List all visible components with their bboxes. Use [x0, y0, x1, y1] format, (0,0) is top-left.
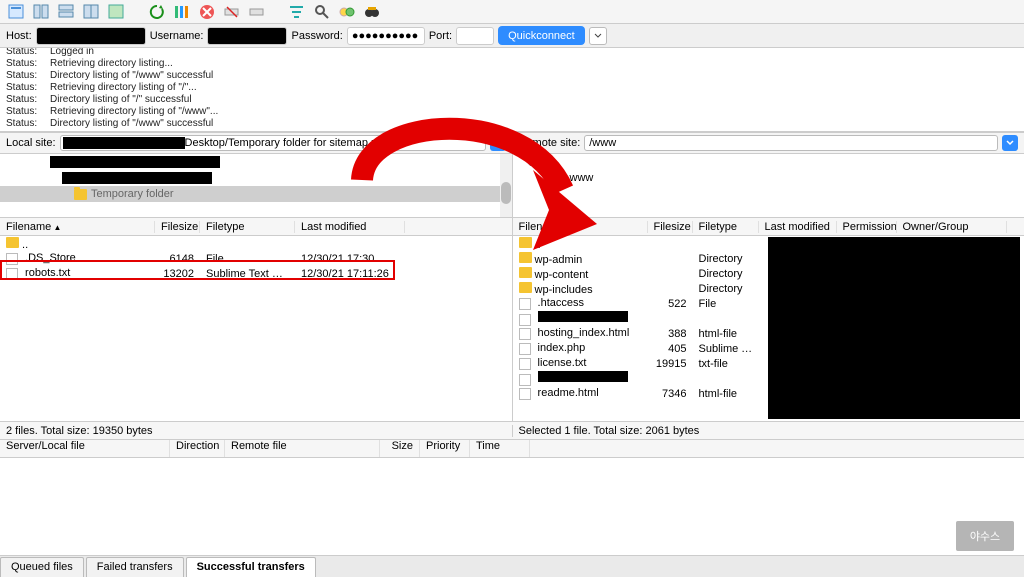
remote-status: Selected 1 file. Total size: 2061 bytes [512, 425, 1024, 437]
port-input[interactable] [456, 27, 494, 45]
quickconnect-dropdown[interactable] [589, 27, 607, 45]
disconnect-icon[interactable] [223, 3, 241, 21]
search-icon[interactable] [313, 3, 331, 21]
remote-site-path[interactable] [584, 135, 998, 151]
queue-body [0, 458, 1024, 542]
filter-icon[interactable] [288, 3, 306, 21]
queue-process-icon[interactable] [173, 3, 191, 21]
qcol-direction[interactable]: Direction [170, 440, 225, 457]
tree-panes: Temporary folder www [0, 154, 1024, 218]
tree-item-selected[interactable]: Temporary folder [0, 186, 512, 202]
password-label: Password: [291, 30, 342, 42]
watermark: 야수스 [956, 521, 1014, 551]
col-owner[interactable]: Owner/Group [897, 221, 1007, 233]
col-filetype[interactable]: Filetype [200, 221, 295, 233]
toolbar [0, 0, 1024, 24]
port-label: Port: [429, 30, 452, 42]
status-log: Status:Insecure server, it does not supp… [0, 48, 1024, 132]
col-filename[interactable]: Filename [0, 221, 155, 233]
local-tree[interactable]: Temporary folder [0, 154, 512, 217]
remote-tree-item[interactable]: www [513, 170, 1024, 186]
local-site-path[interactable]: Desktop/Temporary folder for sitemap upl… [60, 135, 486, 151]
qcol-remotefile[interactable]: Remote file [225, 440, 380, 457]
folder-icon [74, 189, 87, 200]
tab-queued-files[interactable]: Queued files [0, 557, 84, 577]
connection-bar: Host: Username: Password: Port: Quickcon… [0, 24, 1024, 48]
tab-failed-transfers[interactable]: Failed transfers [86, 557, 184, 577]
file-row[interactable]: robots.txt 13202 Sublime Text Do... 12/3… [0, 266, 512, 281]
tab-successful-transfers[interactable]: Successful transfers [186, 557, 316, 577]
qcol-priority[interactable]: Priority [420, 440, 470, 457]
folder-icon [553, 173, 566, 184]
username-input[interactable] [207, 27, 287, 45]
file-status-bar: 2 files. Total size: 19350 bytes Selecte… [0, 422, 1024, 440]
username-label: Username: [150, 30, 204, 42]
bottom-tabs: Queued filesFailed transfersSuccessful t… [0, 555, 1024, 577]
local-path-dropdown[interactable] [490, 135, 506, 151]
remote-tree[interactable]: www [512, 154, 1024, 217]
remote-site-label: Remote site: [519, 137, 581, 149]
toggle-panel2-icon[interactable] [58, 3, 76, 21]
local-status: 2 files. Total size: 19350 bytes [0, 425, 512, 437]
col-filesize[interactable]: Filesize [155, 221, 200, 233]
remote-path-dropdown[interactable] [1002, 135, 1018, 151]
qcol-localfile[interactable]: Server/Local file [0, 440, 170, 457]
compare-icon[interactable] [338, 3, 356, 21]
refresh-icon[interactable] [148, 3, 166, 21]
site-bar: Local site: Desktop/Temporary folder for… [0, 132, 1024, 154]
col-lastmod[interactable]: Last modified [759, 221, 837, 233]
host-label: Host: [6, 30, 32, 42]
reconnect-icon[interactable] [248, 3, 266, 21]
cancel-icon[interactable] [198, 3, 216, 21]
file-lists: Filename Filesize Filetype Last modified… [0, 218, 1024, 422]
binoculars-icon[interactable] [363, 3, 381, 21]
toggle-panel4-icon[interactable] [108, 3, 126, 21]
local-file-list[interactable]: Filename Filesize Filetype Last modified… [0, 218, 512, 421]
password-input[interactable] [347, 27, 425, 45]
col-filename[interactable]: Filename [513, 221, 648, 233]
local-tree-scrollbar[interactable] [500, 154, 512, 217]
col-filesize[interactable]: Filesize [648, 221, 693, 233]
toggle-panel3-icon[interactable] [83, 3, 101, 21]
qcol-size[interactable]: Size [380, 440, 420, 457]
toggle-panel-icon[interactable] [33, 3, 51, 21]
host-input[interactable] [36, 27, 146, 45]
col-filetype[interactable]: Filetype [693, 221, 759, 233]
qcol-time[interactable]: Time [470, 440, 530, 457]
file-row[interactable]: .DS_Store 6148 File 12/30/21 17:30... [0, 251, 512, 266]
remote-file-headers[interactable]: Filename Filesize Filetype Last modified… [513, 218, 1024, 236]
quickconnect-button[interactable]: Quickconnect [498, 26, 585, 45]
redacted-block [768, 237, 1020, 419]
remote-file-list[interactable]: Filename Filesize Filetype Last modified… [512, 218, 1024, 421]
local-site-label: Local site: [6, 137, 56, 149]
local-file-headers[interactable]: Filename Filesize Filetype Last modified [0, 218, 512, 236]
col-lastmod[interactable]: Last modified [295, 221, 405, 233]
file-row[interactable]: .. [0, 236, 512, 251]
queue-headers[interactable]: Server/Local file Direction Remote file … [0, 440, 1024, 458]
col-permissions[interactable]: Permissions [837, 221, 897, 233]
sitemanager-icon[interactable] [8, 3, 26, 21]
